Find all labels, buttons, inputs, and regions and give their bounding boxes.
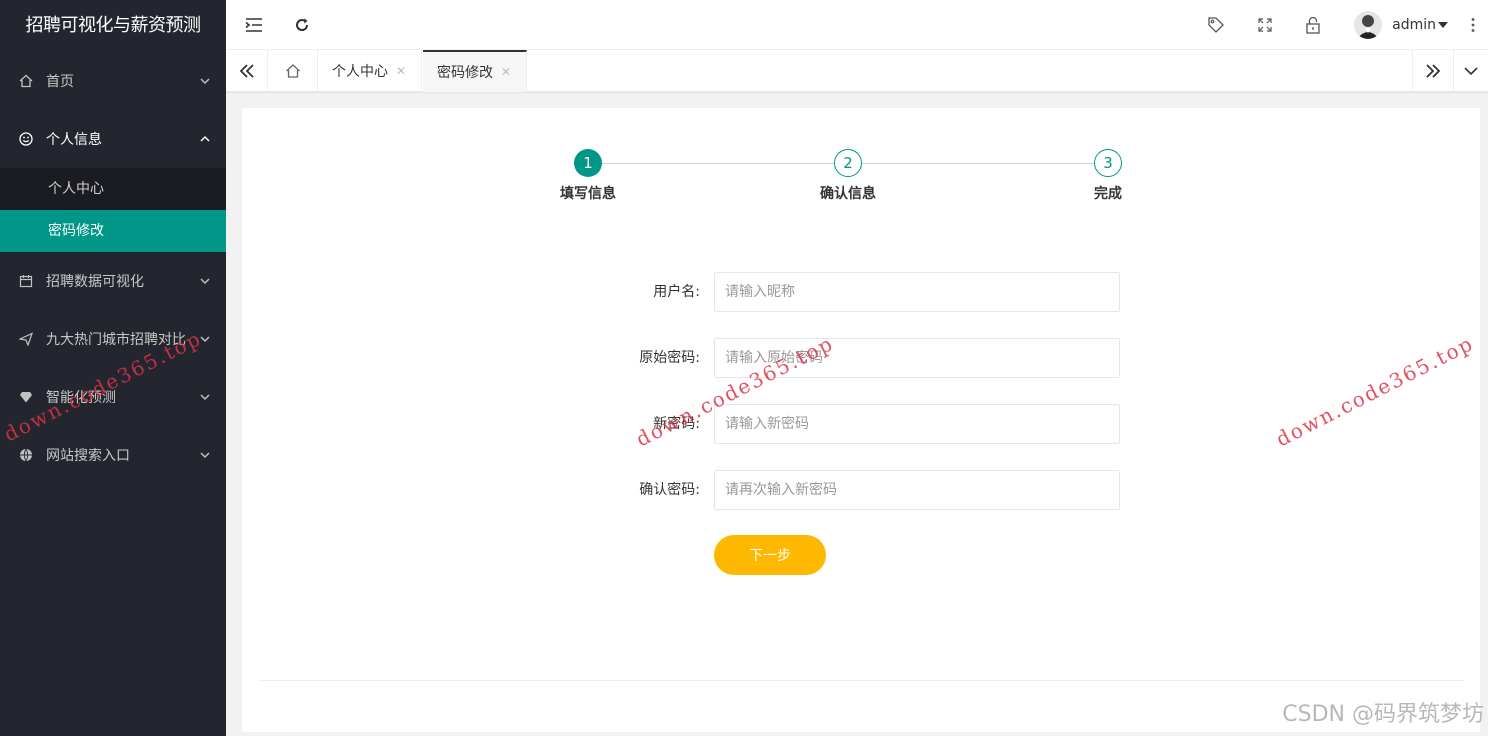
user-menu[interactable]: admin [1354, 0, 1448, 50]
sidebar-item-label: 招聘数据可视化 [46, 274, 144, 290]
sidebar: 招聘可视化与薪资预测 首页 个人信息 个人中心 密码修改 招聘数据可视化 九大热… [0, 0, 226, 736]
progress-steps: 1 2 3 填写信息 确认信息 完成 [242, 108, 1480, 218]
new-password-label: 新密码: [653, 416, 700, 432]
submenu-personal-info: 个人中心 密码修改 [0, 168, 226, 252]
diamond-icon [18, 389, 34, 405]
sidebar-item-site-search[interactable]: 网站搜索入口 [0, 426, 226, 484]
fullscreen-icon[interactable] [1245, 0, 1285, 50]
confirm-password-label: 确认密码: [639, 482, 700, 498]
calendar-icon [18, 273, 34, 289]
step-3-label: 完成 [1094, 186, 1122, 202]
form-row-username: 用户名: [242, 272, 1480, 312]
sidebar-subitem-personal-center[interactable]: 个人中心 [0, 168, 226, 210]
step-1-label: 填写信息 [560, 186, 616, 202]
home-icon [18, 73, 34, 89]
tabs-scroll-left-icon[interactable] [226, 50, 268, 92]
refresh-icon[interactable] [282, 0, 322, 50]
sidebar-item-smart-prediction[interactable]: 智能化预测 [0, 368, 226, 426]
tab-personal-center[interactable]: 个人中心 ✕ [318, 50, 422, 92]
tabs-bar: 个人中心 ✕ 密码修改 ✕ [226, 50, 1488, 92]
send-icon [18, 331, 34, 347]
old-password-label: 原始密码: [639, 350, 700, 366]
step-3-circle: 3 [1094, 149, 1122, 177]
step-connector [602, 163, 834, 164]
csdn-watermark: CSDN @码界筑梦坊 [1282, 702, 1484, 727]
tag-icon[interactable] [1196, 0, 1236, 50]
new-password-input[interactable] [714, 404, 1120, 444]
step-connector [862, 163, 1094, 164]
sidebar-item-label: 智能化预测 [46, 390, 116, 406]
close-icon[interactable]: ✕ [501, 65, 511, 79]
username-label: admin [1392, 17, 1436, 33]
menu-toggle-icon[interactable] [234, 0, 274, 50]
tab-password-change[interactable]: 密码修改 ✕ [423, 50, 527, 92]
username-input[interactable] [714, 272, 1120, 312]
chevron-up-icon [200, 135, 210, 142]
step-2-circle: 2 [834, 149, 862, 177]
app-title: 招聘可视化与薪资预测 [25, 15, 202, 36]
sidebar-item-home[interactable]: 首页 [0, 52, 226, 110]
top-header: admin [226, 0, 1488, 50]
username-label: 用户名: [653, 284, 700, 300]
lock-icon[interactable] [1293, 0, 1333, 50]
sidebar-item-label: 九大热门城市招聘对比 [46, 332, 186, 348]
sidebar-item-label: 个人信息 [46, 132, 102, 148]
tabs-dropdown-icon[interactable] [1454, 50, 1488, 92]
tabs-scroll-right-icon[interactable] [1412, 50, 1454, 92]
sidebar-item-label: 首页 [46, 74, 74, 90]
divider [258, 680, 1464, 681]
globe-icon [18, 447, 34, 463]
confirm-password-input[interactable] [714, 470, 1120, 510]
old-password-input[interactable] [714, 338, 1120, 378]
chevron-down-icon [200, 452, 210, 459]
form-row-new-password: 新密码: [242, 404, 1480, 444]
form-row-confirm-password: 确认密码: [242, 470, 1480, 510]
sidebar-item-personal-info[interactable]: 个人信息 [0, 110, 226, 168]
sidebar-item-city-compare[interactable]: 九大热门城市招聘对比 [0, 310, 226, 368]
chevron-down-icon [200, 336, 210, 343]
tab-label: 个人中心 [332, 64, 388, 80]
sidebar-item-label: 网站搜索入口 [46, 448, 130, 464]
close-icon[interactable]: ✕ [396, 64, 406, 78]
password-change-card: 1 2 3 填写信息 确认信息 完成 用户名: 原始密码: 新密码: 确认密码:… [242, 108, 1480, 732]
avatar [1354, 11, 1383, 39]
chevron-down-icon [200, 78, 210, 85]
chevron-down-icon [200, 278, 210, 285]
step-2-label: 确认信息 [820, 186, 876, 202]
more-vertical-icon[interactable] [1458, 0, 1488, 50]
caret-down-icon [1438, 22, 1448, 28]
next-step-button[interactable]: 下一步 [714, 535, 826, 575]
chevron-down-icon [200, 394, 210, 401]
tab-home-icon[interactable] [268, 50, 318, 92]
tab-label: 密码修改 [437, 65, 493, 81]
step-1-circle: 1 [574, 149, 602, 177]
form-row-old-password: 原始密码: [242, 338, 1480, 378]
sidebar-item-recruit-visualization[interactable]: 招聘数据可视化 [0, 252, 226, 310]
sidebar-subitem-password-change[interactable]: 密码修改 [0, 210, 226, 252]
smile-icon [18, 131, 34, 147]
